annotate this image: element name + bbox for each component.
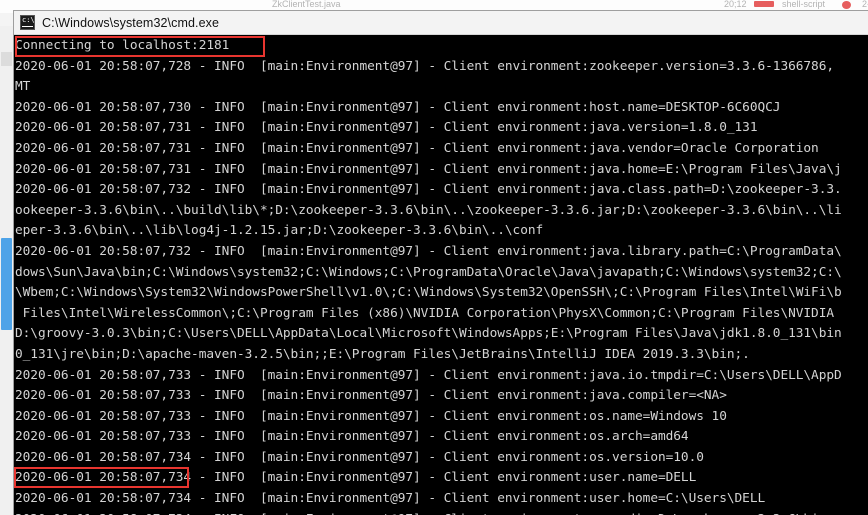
- console-line: Connecting to localhost:2181: [15, 38, 230, 53]
- console-line: 2020-06-01 20:58:07,734 - INFO [main:Env…: [15, 449, 704, 465]
- background-scrollbar-thumb[interactable]: [1, 238, 12, 330]
- background-col-label-2: shell-script: [782, 0, 826, 9]
- console-output[interactable]: Connecting to localhost:2181 2020-06-01 …: [14, 35, 868, 515]
- console-line: 2020-06-01 20:58:07,730 - INFO [main:Env…: [15, 99, 781, 115]
- console-icon: [20, 15, 35, 30]
- window-title: C:\Windows\system32\cmd.exe: [42, 15, 220, 30]
- window-titlebar[interactable]: C:\Windows\system32\cmd.exe: [14, 11, 868, 35]
- console-line: 2020-06-01 20:58:07,734 - INFO [main:Env…: [15, 491, 766, 507]
- console-line: \Wbem;C:\Windows\System32\WindowsPowerSh…: [15, 285, 842, 301]
- cmd-window: C:\Windows\system32\cmd.exe Connecting t…: [14, 11, 868, 515]
- console-line: 2020-06-01 20:58:07,731 - INFO [main:Env…: [15, 161, 842, 177]
- console-line: eper-3.3.6\bin\..\lib\log4j-1.2.15.jar;D…: [15, 223, 544, 239]
- console-line: 2020-06-01 20:58:07,728 - INFO [main:Env…: [15, 58, 835, 74]
- screen-root: ZkClientTest.java 20;12 shell-script 2-K…: [0, 0, 868, 515]
- console-line: D:\groovy-3.0.3\bin;C:\Users\DELL\AppDat…: [15, 326, 842, 342]
- background-col-label-3: 2-K0: [862, 0, 868, 9]
- console-line: 2020-06-01 20:58:07,732 - INFO [main:Env…: [15, 182, 842, 198]
- console-line: 2020-06-01 20:58:07,733 - INFO [main:Env…: [15, 408, 727, 424]
- background-tab-label[interactable]: ZkClientTest.java: [272, 0, 341, 9]
- background-error-badge-icon: [842, 1, 851, 9]
- console-line: 2020-06-01 20:58:07,734 - INFO [main:Env…: [15, 510, 868, 515]
- console-line: 0_131\jre\bin;D:\apache-maven-3.2.5\bin;…: [15, 346, 750, 362]
- console-line: dows\Sun\Java\bin;C:\Windows\system32;C:…: [15, 264, 842, 280]
- console-line: MT: [15, 79, 31, 95]
- console-line: 2020-06-01 20:58:07,731 - INFO [main:Env…: [15, 120, 758, 136]
- console-line: 2020-06-01 20:58:07,734 - INFO [main:Env…: [15, 470, 697, 486]
- console-line: 2020-06-01 20:58:07,731 - INFO [main:Env…: [15, 140, 819, 156]
- console-line: Files\Intel\WirelessCommon\;C:\Program F…: [15, 305, 835, 321]
- console-line: 2020-06-01 20:58:07,732 - INFO [main:Env…: [15, 243, 842, 259]
- background-gutter: [0, 13, 15, 26]
- console-line: 2020-06-01 20:58:07,733 - INFO [main:Env…: [15, 388, 727, 404]
- background-scrollbar-track[interactable]: [0, 26, 13, 515]
- background-scrollbar-marker: [1, 52, 12, 66]
- console-line: 2020-06-01 20:58:07,733 - INFO [main:Env…: [15, 429, 689, 445]
- console-line: ookeeper-3.3.6\bin\..\build\lib\*;D:\zoo…: [15, 202, 842, 218]
- background-col-label-1: 20;12: [724, 0, 747, 9]
- console-line: 2020-06-01 20:58:07,733 - INFO [main:Env…: [15, 367, 842, 383]
- background-error-marker-icon: [754, 1, 774, 7]
